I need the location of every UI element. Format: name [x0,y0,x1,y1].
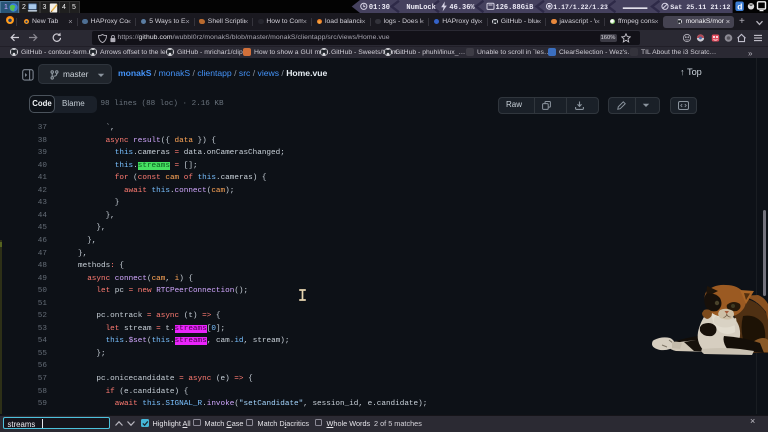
svg-text:01:30: 01:30 [369,4,390,12]
svg-text:NumLock: NumLock [406,4,435,12]
svg-text:126.88GiB: 126.88GiB [496,4,535,12]
svg-text:Sat 25.11 21:12: Sat 25.11 21:12 [670,4,730,12]
svg-text:46.36%: 46.36% [449,4,475,12]
svg-text:d: d [737,1,742,11]
svg-text:1.17/1.22/1.23: 1.17/1.22/1.23 [553,4,608,11]
